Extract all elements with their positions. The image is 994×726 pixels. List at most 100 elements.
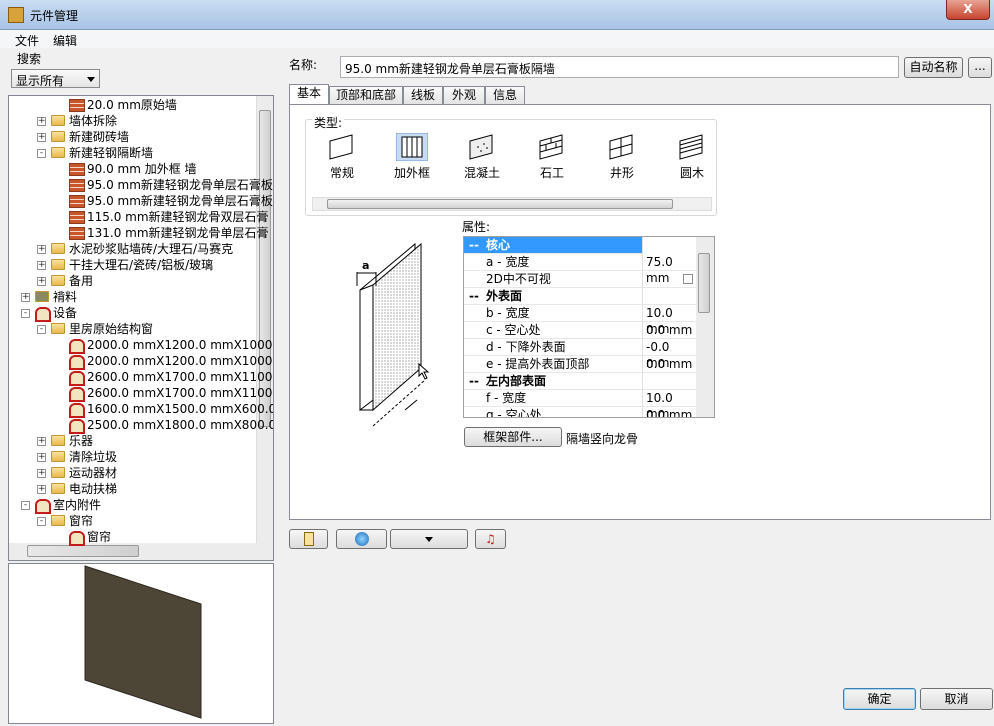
tree-item[interactable]: + 新建砌砖墙 bbox=[9, 129, 258, 145]
tree-item[interactable]: 2600.0 mmX1700.0 mmX1100.0 mm bbox=[9, 369, 273, 386]
expand-icon[interactable]: + bbox=[37, 277, 46, 286]
tree-item[interactable]: + 清除垃圾 bbox=[9, 449, 258, 465]
hide-in-2d-checkbox[interactable] bbox=[683, 274, 693, 284]
collapse-icon[interactable]: - bbox=[37, 517, 46, 526]
tree-item[interactable]: - 新建轻钢隔断墙 bbox=[9, 145, 258, 161]
name-input[interactable]: 95.0 mm新建轻钢龙骨单层石膏板隔墙 bbox=[340, 56, 899, 78]
curtain-icon bbox=[69, 531, 85, 546]
property-row[interactable]: e - 提高外表面顶部 0.0 mm bbox=[464, 356, 696, 373]
frame-components-button[interactable]: 框架部件... bbox=[464, 427, 562, 447]
expand-icon[interactable]: + bbox=[37, 485, 46, 494]
tab-basic[interactable]: 基本 bbox=[289, 84, 329, 104]
tree-hscroll-thumb[interactable] bbox=[27, 545, 139, 557]
tree-item[interactable]: 2500.0 mmX1800.0 mmX800.0 mm bbox=[9, 417, 273, 434]
tree-item[interactable]: - 窗帘 bbox=[9, 513, 258, 529]
collapse-icon[interactable]: - bbox=[37, 149, 46, 158]
collapse-icon[interactable]: - bbox=[21, 501, 30, 510]
tree-item[interactable]: + 褙料 bbox=[9, 289, 258, 305]
tree-item[interactable]: + 干挂大理石/瓷砖/铝板/玻璃 bbox=[9, 257, 258, 273]
dropdown-button[interactable] bbox=[390, 529, 468, 549]
property-key: e - 提高外表面顶部 bbox=[486, 357, 590, 371]
property-group[interactable]: -- 外表面 bbox=[464, 288, 696, 305]
collapse-icon[interactable]: -- bbox=[469, 288, 479, 304]
property-row[interactable]: f - 宽度 10.0 mm bbox=[464, 390, 696, 417]
type-masonry[interactable]: 石工 bbox=[526, 133, 578, 181]
tree-item[interactable]: 131.0 mm新建轻钢龙骨单层石膏 bbox=[9, 225, 269, 241]
properties-table[interactable]: -- 核心 a - 宽度 75.0 mm 2D中不可视 -- 外表面 b - 宽度 10.0 m… bbox=[463, 236, 715, 418]
auto-name-button[interactable]: 自动名称 bbox=[904, 57, 963, 78]
type-grid[interactable]: 井形 bbox=[596, 133, 648, 181]
tab-appearance[interactable]: 外观 bbox=[443, 86, 485, 104]
tree-item[interactable]: 115.0 mm新建轻钢龙骨双层石膏 bbox=[9, 209, 269, 225]
type-scrollbar[interactable] bbox=[312, 197, 712, 211]
property-row[interactable]: d - 下降外表面 -0.0 mm bbox=[464, 339, 696, 370]
tree-item[interactable]: - 室内附件 bbox=[9, 497, 258, 514]
expand-icon[interactable]: + bbox=[37, 453, 46, 462]
tab-info[interactable]: 信息 bbox=[485, 86, 525, 104]
tree-item[interactable]: + 墙体拆除 bbox=[9, 113, 258, 129]
tree-item[interactable]: + 水泥砂浆贴墙砖/大理石/马赛克 bbox=[9, 241, 258, 257]
type-log[interactable]: 圆木 bbox=[666, 133, 718, 181]
tree-item[interactable]: + 备用 bbox=[9, 273, 258, 289]
tree-item[interactable]: + 电动扶梯 bbox=[9, 481, 258, 497]
tree-item[interactable]: 90.0 mm 加外框 墙 bbox=[9, 161, 258, 177]
tree-item[interactable]: - 里房原始结构窗 bbox=[9, 321, 258, 337]
ok-button[interactable]: 确定 bbox=[843, 688, 916, 710]
tree-item[interactable]: 95.0 mm新建轻钢龙骨单层石膏板 bbox=[9, 177, 273, 193]
property-value[interactable]: 0.0 mm bbox=[646, 407, 692, 417]
tab-molding[interactable]: 线板 bbox=[403, 86, 443, 104]
type-regular[interactable]: 常规 bbox=[316, 133, 368, 181]
property-row[interactable]: 2D中不可视 bbox=[464, 271, 696, 288]
tree-item[interactable]: - 设备 bbox=[9, 305, 258, 322]
tree-item[interactable]: 20.0 mm原始墙 bbox=[9, 97, 258, 113]
tree-item[interactable]: 2000.0 mmX1200.0 mmX1000.0 mm bbox=[9, 337, 273, 354]
property-group[interactable]: -- 核心 bbox=[464, 237, 643, 254]
collapse-icon[interactable]: - bbox=[21, 309, 30, 318]
props-scroll-thumb[interactable] bbox=[698, 253, 710, 313]
filter-dropdown[interactable]: 显示所有 bbox=[11, 69, 100, 88]
property-value[interactable]: 0.0 mm bbox=[646, 356, 692, 372]
music-button[interactable]: ♫ bbox=[475, 529, 506, 549]
property-row[interactable]: a - 宽度 75.0 mm bbox=[464, 254, 696, 285]
type-framed[interactable]: 加外框 bbox=[386, 132, 438, 181]
menu-file[interactable]: 文件 bbox=[15, 32, 39, 49]
more-button[interactable]: ... bbox=[968, 57, 992, 78]
expand-icon[interactable]: + bbox=[37, 117, 46, 126]
property-row[interactable]: b - 宽度 10.0 mm bbox=[464, 305, 696, 336]
cancel-button[interactable]: 取消 bbox=[920, 688, 993, 710]
type-scroll-thumb[interactable] bbox=[327, 199, 673, 209]
property-row[interactable]: g - 空心处 0.0 mm bbox=[464, 407, 696, 417]
tree-item[interactable]: 1600.0 mmX1500.0 mmX600.0 mm bbox=[9, 401, 273, 418]
close-button[interactable]: X bbox=[946, 0, 990, 20]
tree-item[interactable]: 95.0 mm新建轻钢龙骨单层石膏板 bbox=[9, 193, 273, 209]
library-tree[interactable]: 20.0 mm原始墙 + 墙体拆除 + 新建砌砖墙 - 新建轻钢隔断墙 90.0 mm 加外框… bbox=[8, 95, 274, 561]
globe-button[interactable] bbox=[336, 529, 387, 549]
props-scrollbar[interactable] bbox=[696, 237, 714, 417]
expand-icon[interactable]: + bbox=[21, 293, 30, 302]
tree-horizontal-scrollbar[interactable] bbox=[9, 543, 258, 560]
tree-item[interactable]: 2000.0 mmX1200.0 mmX1000.0 mm bbox=[9, 353, 273, 370]
property-group[interactable]: -- 左内部表面 bbox=[464, 373, 696, 390]
expand-icon[interactable]: + bbox=[37, 261, 46, 270]
collapse-icon[interactable]: -- bbox=[469, 237, 479, 253]
tree-item[interactable]: + 运动器材 bbox=[9, 465, 258, 481]
expand-icon[interactable]: + bbox=[37, 437, 46, 446]
tree-item-label: 2500.0 mmX1800.0 mmX800.0 mm bbox=[87, 418, 274, 432]
menu-edit[interactable]: 编辑 bbox=[53, 32, 77, 49]
expand-icon[interactable]: + bbox=[37, 469, 46, 478]
collapse-icon[interactable]: - bbox=[37, 325, 46, 334]
expand-icon[interactable]: + bbox=[37, 245, 46, 254]
tree-vertical-scrollbar[interactable] bbox=[256, 96, 273, 560]
tree-item-label: 2000.0 mmX1200.0 mmX1000.0 mm bbox=[87, 354, 273, 368]
collapse-icon[interactable]: -- bbox=[469, 373, 479, 389]
door-button[interactable] bbox=[289, 529, 328, 549]
expand-icon[interactable]: + bbox=[37, 133, 46, 142]
property-row[interactable]: c - 空心处 0.0 mm bbox=[464, 322, 696, 339]
tree-item[interactable]: 窗帘 bbox=[9, 529, 258, 546]
type-concrete[interactable]: 混凝土 bbox=[456, 133, 508, 181]
tree-item[interactable]: + 乐器 bbox=[9, 433, 258, 449]
tree-item[interactable]: 2600.0 mmX1700.0 mmX1100.0 mm bbox=[9, 385, 273, 402]
tab-top-bottom[interactable]: 顶部和底部 bbox=[329, 86, 403, 104]
property-value[interactable]: 0.0 mm bbox=[646, 322, 692, 338]
column-divider bbox=[642, 322, 643, 339]
